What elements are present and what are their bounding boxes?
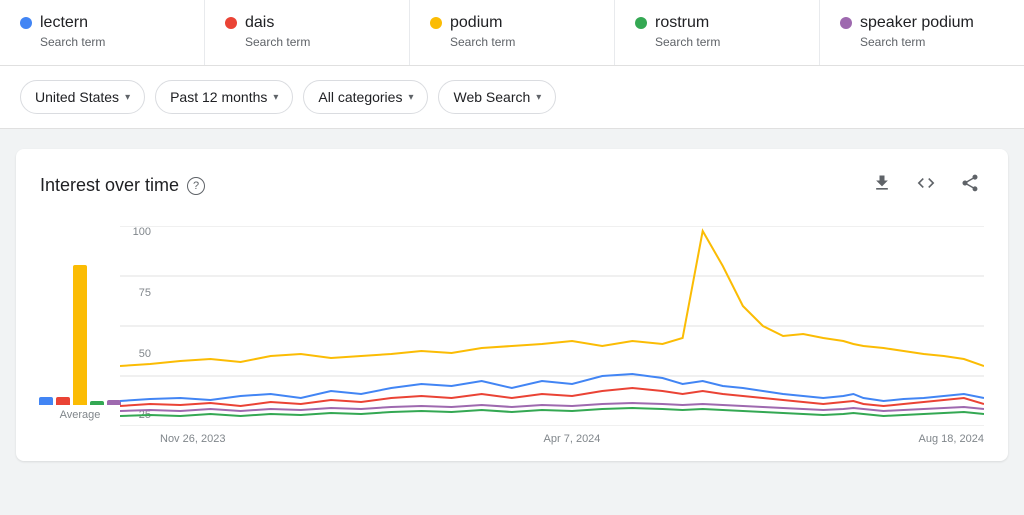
term-label-dais: dais — [245, 14, 274, 32]
x-axis-label: Aug 18, 2024 — [919, 433, 984, 445]
x-axis-label: Apr 7, 2024 — [544, 433, 601, 445]
avg-bar-0 — [39, 397, 53, 405]
term-type-speaker-podium: Search term — [840, 35, 1004, 49]
term-card-podium[interactable]: podium Search term — [410, 0, 615, 65]
help-icon[interactable]: ? — [187, 177, 205, 195]
filter-category-button[interactable]: All categories ▾ — [303, 80, 428, 114]
term-type-podium: Search term — [430, 35, 594, 49]
term-type-lectern: Search term — [20, 35, 184, 49]
term-card-speaker-podium[interactable]: speaker podium Search term — [820, 0, 1024, 65]
filter-search-type-label: Web Search — [453, 89, 530, 105]
chart-title: Interest over time — [40, 175, 179, 196]
avg-bar-2 — [73, 265, 87, 405]
avg-bars — [39, 245, 121, 405]
avg-bar-4 — [107, 400, 121, 405]
filter-geo-button[interactable]: United States ▾ — [20, 80, 145, 114]
download-button[interactable] — [868, 169, 896, 202]
chart-title-row: Interest over time ? — [40, 175, 205, 196]
avg-bar-3 — [90, 401, 104, 405]
term-label-rostrum: rostrum — [655, 14, 709, 32]
term-name-dais: dais — [225, 14, 389, 32]
avg-bar-1 — [56, 397, 70, 405]
term-dot-podium — [430, 17, 442, 29]
avg-section: Average — [40, 245, 120, 445]
chart-actions — [868, 169, 984, 202]
terms-bar: lectern Search term dais Search term pod… — [0, 0, 1024, 66]
x-axis-labels: Nov 26, 2023 Apr 7, 2024 Aug 18, 2024 — [120, 429, 984, 445]
term-type-dais: Search term — [225, 35, 389, 49]
filter-geo-chevron-icon: ▾ — [125, 92, 130, 103]
term-card-dais[interactable]: dais Search term — [205, 0, 410, 65]
line-chart-svg — [120, 226, 984, 426]
x-axis-label: Nov 26, 2023 — [160, 433, 225, 445]
term-card-rostrum[interactable]: rostrum Search term — [615, 0, 820, 65]
term-dot-dais — [225, 17, 237, 29]
main-content: Interest over time ? Average — [0, 129, 1024, 481]
term-dot-rostrum — [635, 17, 647, 29]
filter-time-button[interactable]: Past 12 months ▾ — [155, 80, 293, 114]
chart-header: Interest over time ? — [40, 169, 984, 202]
filter-search-type-chevron-icon: ▾ — [536, 92, 541, 103]
filter-time-label: Past 12 months — [170, 89, 267, 105]
filter-category-chevron-icon: ▾ — [408, 92, 413, 103]
term-type-rostrum: Search term — [635, 35, 799, 49]
term-name-podium: podium — [430, 14, 594, 32]
line-chart-wrapper: 100755025 — [120, 226, 984, 445]
term-dot-speaker-podium — [840, 17, 852, 29]
term-card-lectern[interactable]: lectern Search term — [0, 0, 205, 65]
term-label-lectern: lectern — [40, 14, 88, 32]
share-button[interactable] — [956, 169, 984, 202]
filters-bar: United States ▾ Past 12 months ▾ All cat… — [0, 66, 1024, 129]
term-label-speaker-podium: speaker podium — [860, 14, 974, 32]
filter-geo-label: United States — [35, 89, 119, 105]
avg-label: Average — [60, 409, 101, 421]
filter-category-label: All categories — [318, 89, 402, 105]
term-dot-lectern — [20, 17, 32, 29]
chart-card: Interest over time ? Average — [16, 149, 1008, 461]
embed-button[interactable] — [912, 169, 940, 202]
filter-search-type-button[interactable]: Web Search ▾ — [438, 80, 556, 114]
term-name-lectern: lectern — [20, 14, 184, 32]
term-name-rostrum: rostrum — [635, 14, 799, 32]
filter-time-chevron-icon: ▾ — [273, 92, 278, 103]
term-name-speaker-podium: speaker podium — [840, 14, 1004, 32]
term-label-podium: podium — [450, 14, 502, 32]
chart-area: Average 100755025 — [40, 226, 984, 445]
